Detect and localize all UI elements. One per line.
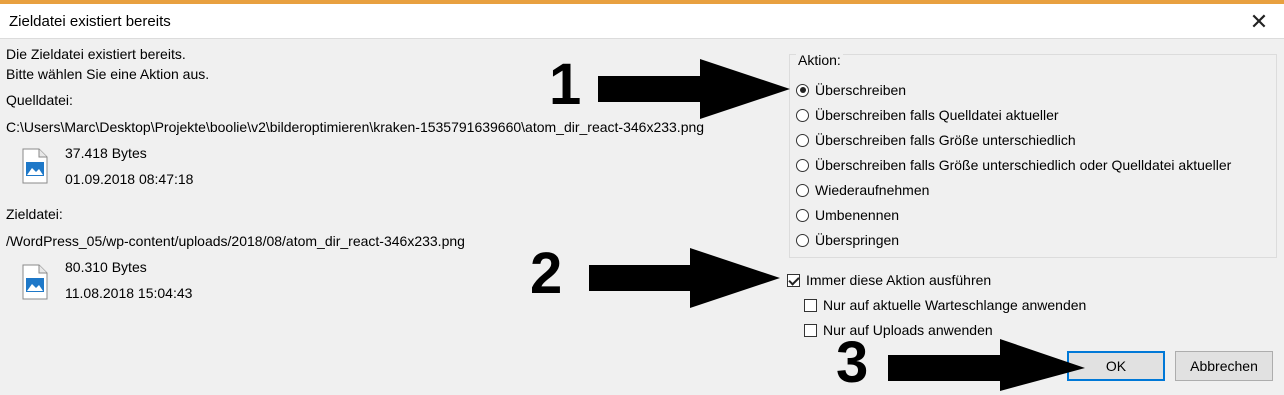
source-path: C:\Users\Marc\Desktop\Projekte\boolie\v2… [6,119,705,135]
checkbox-label: Immer diese Aktion ausführen [806,272,992,288]
annotation-arrow-1 [598,59,790,119]
radio-overwrite-if-size-differs-or-newer[interactable]: Überschreiben falls Größe unterschiedlic… [796,154,1231,176]
target-path: /WordPress_05/wp-content/uploads/2018/08… [6,233,465,249]
target-date: 11.08.2018 15:04:43 [65,285,193,301]
source-size: 37.418 Bytes [65,145,147,161]
cancel-button[interactable]: Abbrechen [1175,351,1273,381]
radio-label: Wiederaufnehmen [815,182,930,198]
checkbox[interactable] [787,273,800,287]
radio-rename[interactable]: Umbenennen [796,204,899,226]
radio-label: Überschreiben falls Quelldatei aktueller [815,107,1059,123]
radio-button[interactable] [796,158,809,172]
title-bar: Zieldatei existiert bereits ✕ [0,4,1284,39]
radio-overwrite-if-newer[interactable]: Überschreiben falls Quelldatei aktueller [796,104,1059,126]
checkbox-label: Nur auf aktuelle Warteschlange anwenden [823,297,1087,313]
info-line-2: Bitte wählen Sie eine Aktion aus. [6,66,210,82]
radio-skip[interactable]: Überspringen [796,229,899,251]
ok-button[interactable]: OK [1067,351,1165,381]
checkbox[interactable] [804,298,817,312]
radio-label: Überschreiben falls Größe unterschiedlic… [815,132,1076,148]
image-file-icon [22,264,48,300]
annotation-number-3: 3 [836,330,869,395]
radio-label: Überschreiben falls Größe unterschiedlic… [815,157,1232,173]
radio-label: Überschreiben [815,82,907,98]
checkbox-current-queue[interactable]: Nur auf aktuelle Warteschlange anwenden [804,294,1086,316]
radio-button[interactable] [796,208,809,222]
image-file-icon [22,148,48,184]
radio-button[interactable] [796,83,809,97]
radio-label: Umbenennen [815,207,900,223]
source-date: 01.09.2018 08:47:18 [65,171,194,187]
radio-button[interactable] [796,183,809,197]
target-label: Zieldatei: [6,206,63,222]
annotation-number-1: 1 [549,52,582,117]
radio-button[interactable] [796,108,809,122]
radio-resume[interactable]: Wiederaufnehmen [796,179,929,201]
annotation-number-2: 2 [530,241,563,306]
window-title: Zieldatei existiert bereits [9,13,171,30]
action-legend: Aktion: [796,52,843,68]
close-icon[interactable]: ✕ [1244,8,1274,36]
radio-button[interactable] [796,133,809,147]
radio-overwrite[interactable]: Überschreiben [796,79,906,101]
checkbox-always-action[interactable]: Immer diese Aktion ausführen [787,269,991,291]
radio-button[interactable] [796,233,809,247]
target-size: 80.310 Bytes [65,259,147,275]
info-line-1: Die Zieldatei existiert bereits. [6,46,186,62]
source-label: Quelldatei: [6,92,73,108]
annotation-arrow-2 [589,248,780,308]
checkbox[interactable] [804,323,817,337]
checkbox-uploads-only[interactable]: Nur auf Uploads anwenden [804,319,993,341]
radio-label: Überspringen [815,232,900,248]
annotation-arrow-3 [888,339,1085,391]
radio-overwrite-if-size-differs[interactable]: Überschreiben falls Größe unterschiedlic… [796,129,1076,151]
